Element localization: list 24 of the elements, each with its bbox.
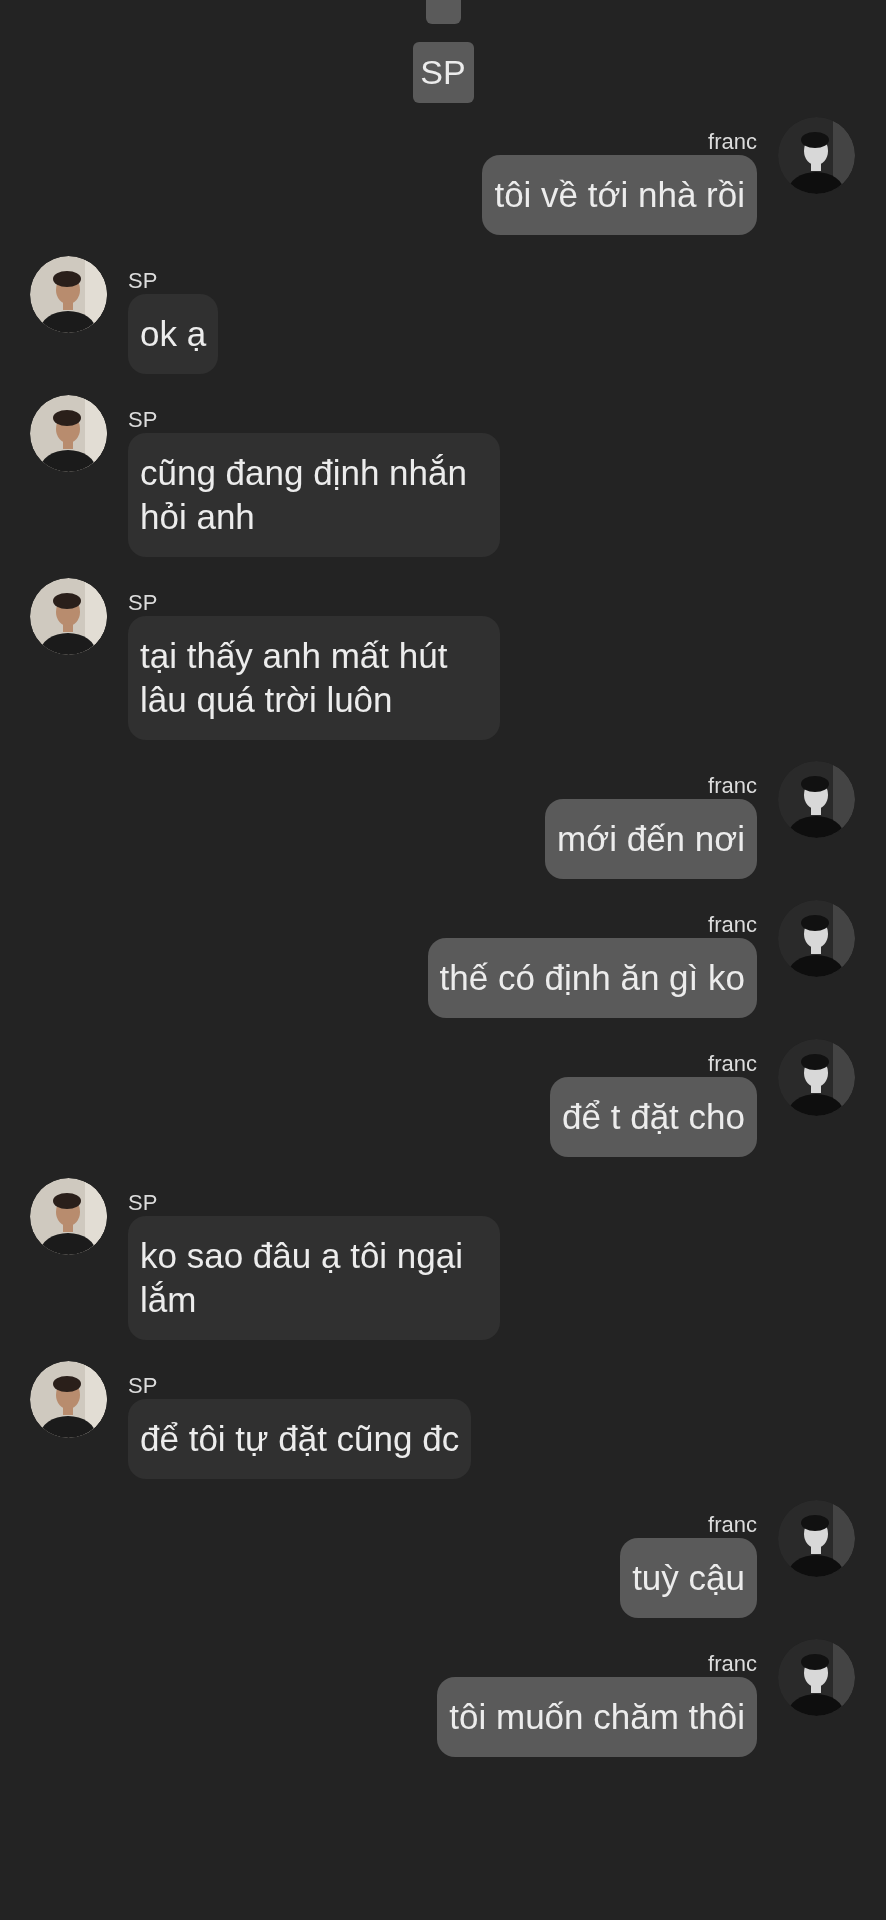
message-bubble: để tôi tự đặt cũng đc [128, 1399, 472, 1479]
sender-name: franc [708, 912, 757, 938]
sender-name: SP [128, 590, 158, 616]
message-bubble: ko sao đâu ạ tôi ngại lắm [128, 1216, 500, 1340]
message-bubble: thế có định ăn gì ko [427, 938, 757, 1018]
message-bubble: ok ạ [128, 294, 219, 374]
message-bubble: tôi muốn chăm thôi [437, 1677, 757, 1757]
message-bubble: tôi về tới nhà rồi [482, 155, 757, 235]
sender-name: franc [708, 1512, 757, 1538]
sender-name: franc [708, 1651, 757, 1677]
sender-badge: SP [412, 42, 474, 103]
sender-name: franc [708, 129, 757, 155]
sender-name: SP [128, 407, 158, 433]
message-bubble: để t đặt cho [550, 1077, 757, 1157]
message-bubble: tại thấy anh mất hút lâu quá trời luôn [128, 616, 500, 740]
message-bubble: cũng đang định nhắn hỏi anh [128, 433, 500, 557]
sender-name: SP [128, 1373, 158, 1399]
message-bubble: mới đến nơi [545, 799, 757, 879]
sender-name: franc [708, 1051, 757, 1077]
sender-name: SP [128, 1190, 158, 1216]
partial-badge [425, 0, 461, 24]
sender-name: SP [128, 268, 158, 294]
sender-name: franc [708, 773, 757, 799]
message-bubble: tuỳ cậu [620, 1538, 757, 1618]
